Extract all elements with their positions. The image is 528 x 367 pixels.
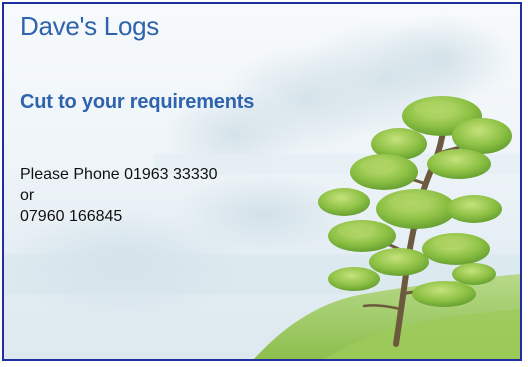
contact-details: Please Phone 01963 33330 or 07960 166845 <box>20 164 218 227</box>
contact-line-or: or <box>20 187 35 204</box>
contact-line-mobile: 07960 166845 <box>20 208 123 225</box>
tagline: Cut to your requirements <box>20 91 255 113</box>
contact-line-phone: Please Phone 01963 33330 <box>20 166 218 183</box>
business-card: Dave's Logs Cut to your requirements Ple… <box>2 2 522 361</box>
business-title: Dave's Logs <box>20 11 159 41</box>
